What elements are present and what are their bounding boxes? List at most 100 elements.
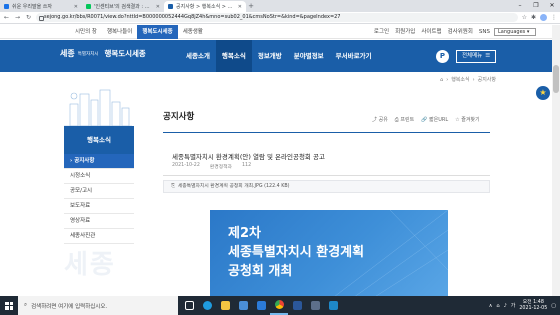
menu-news[interactable]: 행복소식 — [215, 40, 252, 72]
site-shortcut-links: 시민의 창 행복나들이 행복도시세종 세종생활 — [70, 25, 208, 39]
notice-poster-image: 제2차 세종특별자치시 환경계획 공청회 개최 — [210, 210, 448, 296]
attachment-link[interactable]: 세종특별자치시 환경계획 공청회 개최.JPG (122.4 KB) — [178, 184, 290, 189]
sidebar-item-public-notice[interactable]: 공모/고시 — [64, 184, 134, 199]
all-menu-button[interactable]: 전체메뉴 ☰ — [456, 50, 497, 63]
site-link-happy-city[interactable]: 행복도시세종 — [137, 25, 178, 39]
poster-line-1: 제2차 — [228, 226, 261, 241]
short-url-button[interactable]: 🔗 짧은URL — [421, 116, 448, 123]
taskbar: ⌕ 검색하려면 여기에 입력하십시오. ∧ ⌂ ♪ 가 오전 1:48 2021… — [0, 296, 560, 315]
network-icon[interactable]: ⌂ — [496, 303, 499, 309]
page-scrollbar[interactable] — [552, 25, 560, 296]
signup-link[interactable]: 회원가입 — [395, 25, 415, 39]
minimize-button[interactable]: – — [512, 0, 528, 12]
url-field[interactable]: sejong.go.kr/bbs/R0071/view.do?nttId=B00… — [36, 13, 518, 22]
post-date: 2021-10-22 — [172, 163, 200, 168]
breadcrumb-news[interactable]: 행복소식 — [451, 76, 469, 83]
reload-icon[interactable]: ↻ — [25, 14, 32, 21]
taskbar-search[interactable]: ⌕ 검색하려면 여기에 입력하십시오. — [18, 296, 178, 315]
extensions-icon[interactable]: ✱ — [531, 14, 536, 21]
bookmark-button[interactable]: ☆ 즐겨찾기 — [455, 116, 479, 123]
post-meta: 2021-10-22 환경정책과 112 — [172, 163, 251, 170]
tab-close-icon[interactable]: ✕ — [156, 4, 160, 10]
volume-icon[interactable]: ♪ — [504, 303, 507, 309]
clock-time: 오전 1:48 — [522, 299, 544, 305]
post-department: 환경정책과 — [209, 165, 232, 170]
favorite-star-icon[interactable]: ★ — [536, 86, 550, 100]
page-toolbar: ⤴ 공유 ⎙ 프린트 🔗 짧은URL ☆ 즐겨찾기 — [372, 116, 480, 123]
logo-main: 세종 — [60, 49, 75, 58]
site-link-outing[interactable]: 행복나들이 — [102, 25, 137, 39]
site-link-life[interactable]: 세종생활 — [178, 25, 208, 39]
attachment-row[interactable]: ⎘ 세종특별자치시 환경계획 공청회 개최.JPG (122.4 KB) — [163, 180, 490, 193]
home-icon[interactable]: ⌂ — [440, 77, 443, 83]
sidebar-item-video[interactable]: 영상자료 — [64, 214, 134, 229]
sidebar-item-photo[interactable]: 세종사진관 — [64, 229, 134, 244]
sidebar-item-press[interactable]: 보도자료 — [64, 199, 134, 214]
share-button[interactable]: ⤴ 공유 — [372, 116, 388, 123]
post-views: 112 — [241, 163, 252, 168]
print-button[interactable]: ⎙ 프린트 — [395, 116, 414, 123]
main-menu: 세종소개 행복소식 정보개방 분야별정보 부서바로가기 — [180, 40, 378, 72]
task-view-icon[interactable] — [180, 296, 198, 315]
word-icon[interactable] — [288, 296, 306, 315]
breadcrumb-notice: 공지사항 — [477, 77, 496, 83]
clock[interactable]: 오전 1:48 2021-12-05 — [519, 300, 547, 312]
menu-about[interactable]: 세종소개 — [180, 40, 216, 72]
forward-icon[interactable]: → — [14, 14, 21, 21]
poster-line-2: 세종특별자치시 환경계획 — [228, 245, 365, 260]
star-icon[interactable]: ☆ — [522, 14, 527, 21]
ime-icon[interactable]: 가 — [511, 302, 516, 309]
site-link-citizen[interactable]: 시민의 창 — [70, 25, 102, 39]
main-header: 세종 특별자치시 행복도시세종 세종소개 행복소식 정보개방 분야별정보 부서바… — [0, 40, 552, 72]
search-icon[interactable]: P — [436, 50, 449, 63]
title-divider — [163, 132, 490, 133]
back-icon[interactable]: ← — [3, 14, 10, 21]
browser-tab-2[interactable]: '인센티브'의 검색결과 : 네이버 ✕ — [82, 1, 164, 12]
tab-close-icon[interactable]: ✕ — [74, 4, 78, 10]
tab-close-icon[interactable]: ✕ — [238, 4, 242, 10]
taskbar-search-placeholder: 검색하려면 여기에 입력하십시오. — [31, 303, 108, 310]
photos-icon[interactable] — [306, 296, 324, 315]
menu-open-info[interactable]: 정보개방 — [252, 40, 288, 72]
mail-icon[interactable] — [252, 296, 270, 315]
all-menu-label: 전체메뉴 — [462, 53, 483, 59]
login-link[interactable]: 로그인 — [374, 25, 389, 39]
notification-icon[interactable]: ▢ — [551, 303, 556, 309]
tab-favicon-icon — [4, 4, 9, 9]
maximize-button[interactable]: ❐ — [528, 0, 544, 12]
page-title: 공지사항 — [163, 112, 195, 122]
file-explorer-icon[interactable] — [216, 296, 234, 315]
sns-link[interactable]: SNS — [479, 25, 490, 39]
sidebar-item-city-news[interactable]: 시정소식 — [64, 169, 134, 184]
breadcrumb-sep: › — [446, 76, 449, 83]
new-tab-button[interactable]: + — [246, 1, 256, 12]
tab-title: '인센티브'의 검색결과 : 네이버 — [94, 4, 153, 10]
logo-tag: 행복도시세종 — [104, 49, 146, 58]
hamburger-icon: ☰ — [485, 53, 491, 59]
language-select[interactable]: Languages ▾ — [494, 28, 536, 36]
sidebar-item-notice[interactable]: › 공지사항 — [64, 154, 134, 169]
browser-tab-1[interactable]: 쉬운 우리말을 쓰자 ✕ — [0, 1, 82, 12]
store-icon[interactable] — [234, 296, 252, 315]
menu-field-info[interactable]: 분야별정보 — [288, 40, 330, 72]
audit-link[interactable]: 검사위원회 — [448, 25, 473, 39]
menu-dots-icon[interactable]: ⋮ — [551, 14, 557, 21]
chrome-icon[interactable] — [270, 296, 288, 315]
browser-tab-3[interactable]: 공지사항 > 행복소식 > 행복도 ✕ — [164, 1, 246, 12]
sidebar-watermark: 세종 — [64, 250, 116, 280]
hwp-icon[interactable] — [324, 296, 342, 315]
profile-avatar[interactable] — [540, 14, 547, 21]
site-logo[interactable]: 세종 특별자치시 행복도시세종 — [60, 48, 146, 59]
sitemap-link[interactable]: 사이트맵 — [421, 25, 441, 39]
tray-up-icon[interactable]: ∧ — [489, 303, 493, 309]
attachment-icon: ⎘ — [171, 184, 175, 189]
menu-departments[interactable]: 부서바로가기 — [330, 40, 378, 72]
edge-icon[interactable] — [198, 296, 216, 315]
start-button[interactable] — [0, 296, 18, 315]
sidebar: 행복소식 › 공지사항 시정소식 공모/고시 보도자료 영상자료 세종사진관 — [64, 126, 134, 244]
address-bar-row: ← → ↻ sejong.go.kr/bbs/R0071/view.do?ntt… — [0, 12, 560, 24]
bookmark-label: 즐겨찾기 — [461, 117, 480, 123]
post-title: 세종특별자치시 환경계획(안) 열람 및 온라인공청회 공고 — [172, 153, 325, 161]
scrollbar-thumb[interactable] — [553, 65, 559, 93]
close-window-button[interactable]: ✕ — [544, 0, 560, 12]
